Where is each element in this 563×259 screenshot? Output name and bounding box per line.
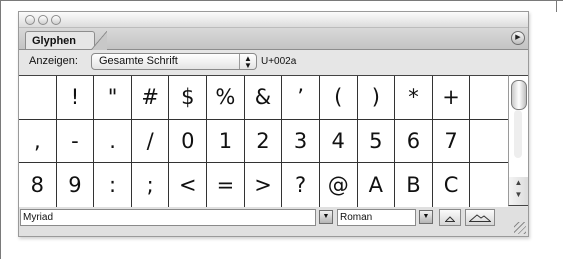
scroll-thumb[interactable] [511,80,527,110]
glyph-cell[interactable]: ’ [282,76,320,120]
page-frame-right [556,0,557,12]
glyph-cell[interactable]: & [244,76,283,120]
vertical-scrollbar[interactable]: ▲ ▼ [508,75,528,206]
glyph-grid: ! " # $% &’() * +, -./0 1 2 3 4 5 6 7 8 9:; < = >? @ A B C [19,75,508,208]
unicode-readout: U+002a [261,56,297,67]
glyph-cell[interactable] [470,120,508,164]
tab-glyphs[interactable]: Glyphen [25,31,95,49]
glyph-cell[interactable]: = [207,163,245,207]
glyph-cell[interactable]: " [94,76,132,120]
glyph-cell[interactable]: 6 [395,119,433,164]
glyph-cell[interactable]: - [56,119,95,164]
glyph-cell[interactable]: 2 [244,119,283,164]
scroll-track[interactable] [514,110,522,158]
zoom-out-button[interactable] [439,209,461,226]
font-family-field[interactable]: Myriad [20,209,316,226]
glyph-cell[interactable]: : [94,163,132,207]
dropdown-arrow-icon[interactable]: ▼ [419,210,433,224]
glyph-cell[interactable]: < [169,163,208,207]
show-select[interactable]: Gesamte Schrift ▲ ▼ [91,53,257,70]
glyph-cell[interactable]: C [433,163,471,207]
scroll-arrows-icon[interactable]: ▲ ▼ [509,177,528,205]
glyph-cell[interactable]: 7 [432,119,471,164]
glyph-cell[interactable]: ; [132,163,170,207]
zoom-in-button[interactable] [465,209,495,226]
page-frame-left [0,0,1,259]
tab-strip: Glyphen ▶ [19,28,528,50]
show-select-value: Gesamte Schrift [99,55,178,67]
glyph-cell[interactable]: , [19,119,57,164]
glyph-cell[interactable] [470,163,508,207]
glyph-cell[interactable] [470,76,508,120]
glyphs-panel: Glyphen ▶ Anzeigen: Gesamte Schrift ▲ ▼ U… [18,11,529,237]
page-frame-top [0,0,563,1]
close-window-button[interactable] [25,15,35,25]
glyph-cell[interactable]: ? [282,163,320,207]
glyph-cell[interactable]: 8 [19,163,57,207]
tab-edge [91,31,107,50]
glyph-cell[interactable]: # [131,76,170,120]
updown-arrows-icon: ▲ ▼ [239,54,256,70]
flyout-menu-icon[interactable]: ▶ [511,31,525,45]
show-label: Anzeigen: [29,55,78,67]
panel-titlebar[interactable] [19,12,528,28]
glyph-cell[interactable]: 5 [357,119,396,164]
minimize-window-button[interactable] [38,15,48,25]
dropdown-arrow-icon[interactable]: ▼ [319,210,333,224]
glyph-cell[interactable] [19,76,57,120]
glyph-cell[interactable]: $ [169,76,208,120]
glyph-cell[interactable]: ) [357,76,396,120]
glyph-cell[interactable]: B [395,163,433,207]
glyph-cell[interactable]: 3 [282,119,320,164]
glyph-cell[interactable]: * [395,76,433,120]
bottom-bar: Myriad ▼ Roman ▼ [19,207,528,236]
glyph-cell[interactable]: + [432,76,471,120]
glyph-cell[interactable]: @ [320,163,358,207]
large-mountain-icon [469,214,491,222]
zoom-window-button[interactable] [51,15,61,25]
glyph-cell[interactable]: . [94,119,132,164]
small-mountain-icon [445,216,455,222]
glyph-cell[interactable]: % [207,76,245,120]
glyph-cell[interactable]: 1 [207,119,245,164]
glyph-cell[interactable]: A [358,163,396,207]
resize-grip-icon[interactable] [514,222,526,234]
glyph-cell[interactable]: > [245,163,283,207]
glyph-cell[interactable]: ! [56,76,95,120]
glyph-cell[interactable]: 0 [169,119,208,164]
glyph-cell[interactable]: 9 [57,163,95,207]
glyph-cell[interactable]: ( [319,76,358,120]
font-style-field[interactable]: Roman [337,209,416,226]
glyph-cell[interactable]: 4 [319,119,358,164]
show-row: Anzeigen: Gesamte Schrift ▲ ▼ U+002a [19,50,528,74]
glyph-cell[interactable]: / [131,119,170,164]
